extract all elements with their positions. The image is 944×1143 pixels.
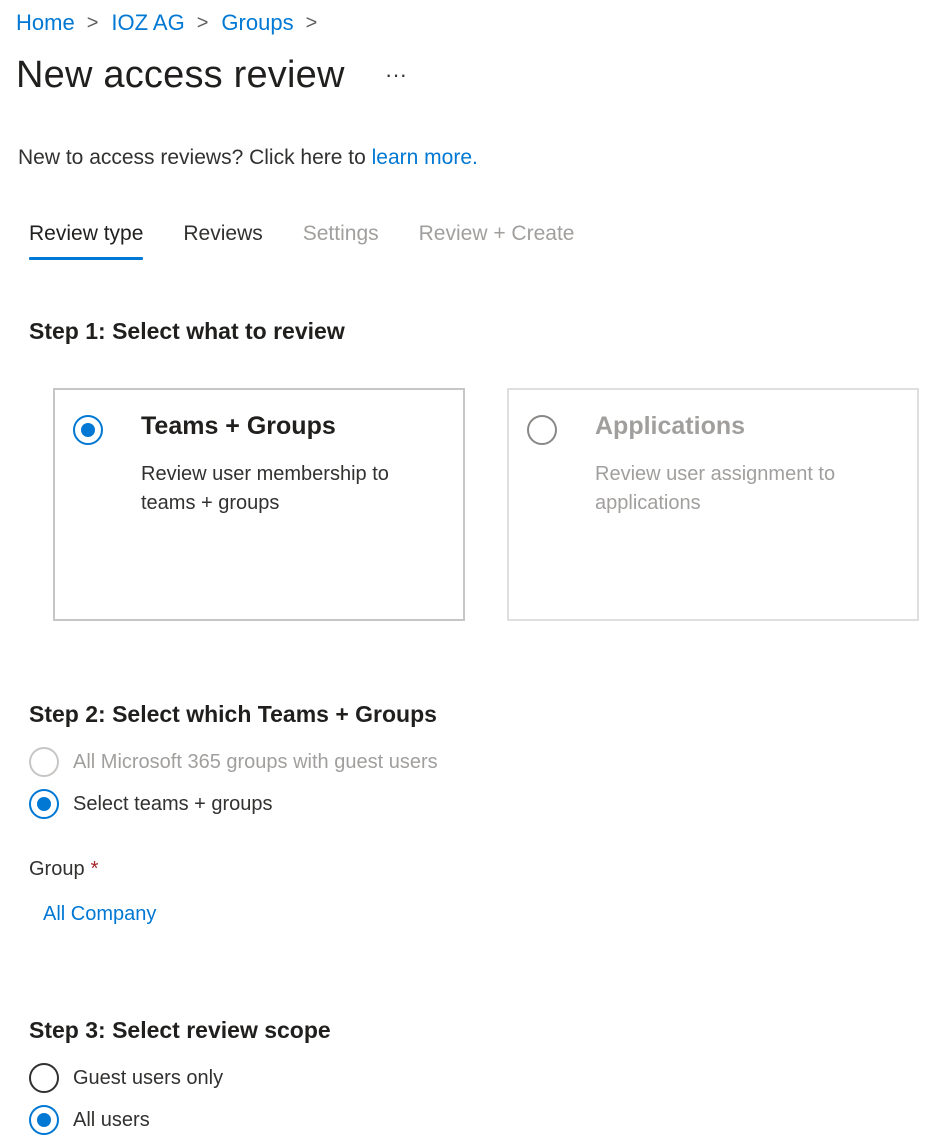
step1-heading: Step 1: Select what to review	[29, 318, 345, 344]
group-selection-link[interactable]: All Company	[43, 903, 156, 926]
intro-label: New to access reviews? Click here to	[18, 146, 372, 169]
option-label: Guest users only	[73, 1066, 224, 1089]
group-field-label: Group *	[29, 858, 98, 881]
breadcrumb-ioz-ag[interactable]: IOZ AG	[111, 10, 184, 36]
breadcrumb: Home > IOZ AG > Groups >	[16, 10, 330, 36]
option-select-teams-groups[interactable]: Select teams + groups	[29, 789, 273, 819]
step2-heading: Step 2: Select which Teams + Groups	[29, 701, 437, 727]
breadcrumb-home[interactable]: Home	[16, 10, 75, 36]
chevron-right-icon: >	[305, 11, 318, 34]
radio-select-teams-groups[interactable]	[29, 789, 59, 819]
card-description: Review user assignment to applications	[595, 463, 836, 514]
radio-teams-groups[interactable]	[73, 415, 103, 445]
tab-review-type[interactable]: Review type	[29, 222, 144, 260]
option-label: All Microsoft 365 groups with guest user…	[73, 750, 438, 773]
chevron-right-icon: >	[196, 11, 209, 34]
option-all-users[interactable]: All users	[29, 1105, 150, 1135]
option-guest-users-only[interactable]: Guest users only	[29, 1063, 223, 1093]
option-all-m365-groups[interactable]: All Microsoft 365 groups with guest user…	[29, 747, 438, 777]
tab-settings[interactable]: Settings	[303, 222, 379, 260]
required-asterisk: *	[90, 858, 99, 880]
tab-review-create[interactable]: Review + Create	[419, 222, 575, 260]
option-label: Select teams + groups	[73, 792, 273, 815]
radio-guest-users-only[interactable]	[29, 1063, 59, 1093]
page-title: New access review	[16, 54, 345, 96]
chevron-right-icon: >	[86, 11, 99, 34]
more-options-icon[interactable]: ···	[384, 60, 408, 90]
card-description: Review user membership to teams + groups	[141, 463, 389, 514]
card-applications[interactable]: Applications Review user assignment to a…	[507, 388, 919, 621]
card-title: Teams + Groups	[141, 412, 336, 440]
breadcrumb-groups[interactable]: Groups	[221, 10, 293, 36]
radio-all-users[interactable]	[29, 1105, 59, 1135]
card-title: Applications	[595, 412, 746, 440]
radio-applications[interactable]	[527, 415, 557, 445]
wizard-tabs: Review type Reviews Settings Review + Cr…	[29, 222, 614, 260]
intro-text: New to access reviews? Click here to lea…	[18, 146, 478, 170]
group-label-text: Group	[29, 858, 85, 880]
card-teams-groups[interactable]: Teams + Groups Review user membership to…	[53, 388, 465, 621]
radio-all-m365-groups[interactable]	[29, 747, 59, 777]
learn-more-link[interactable]: learn more.	[372, 146, 478, 169]
step3-heading: Step 3: Select review scope	[29, 1017, 331, 1043]
tab-reviews[interactable]: Reviews	[183, 222, 262, 260]
option-label: All users	[73, 1108, 150, 1131]
